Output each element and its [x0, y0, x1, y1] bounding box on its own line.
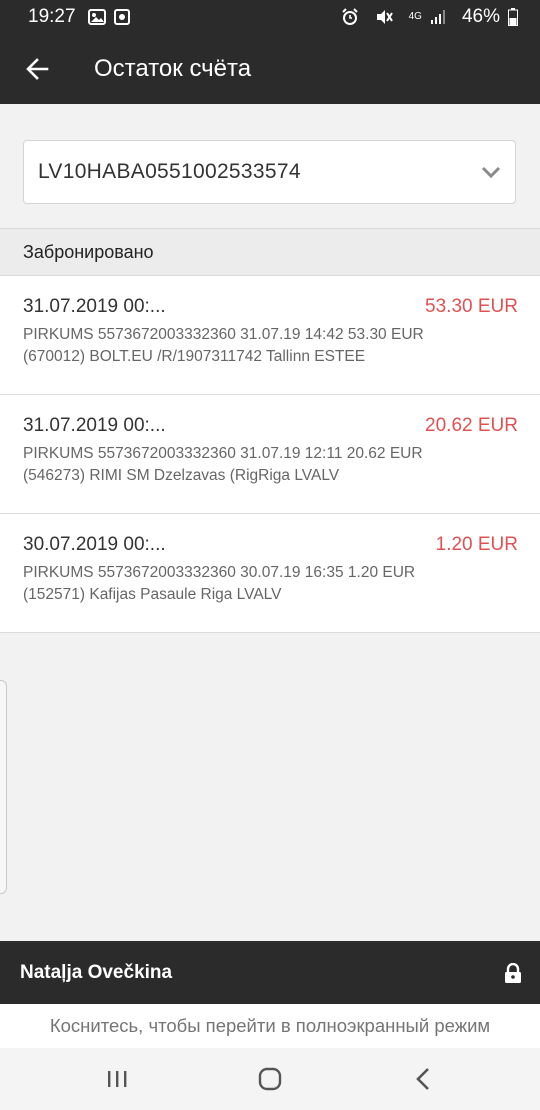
account-select[interactable]: LV10HABA0551002533574 — [23, 140, 516, 204]
battery-icon — [508, 8, 518, 26]
back-button[interactable] — [0, 34, 74, 104]
transaction-amount: 53.30 EUR — [425, 296, 518, 317]
chevron-down-icon — [481, 165, 501, 179]
arrow-left-icon — [25, 57, 49, 81]
page-title: Остаток счёта — [94, 55, 252, 82]
transaction-header: 30.07.2019 00:... 1.20 EUR — [23, 534, 518, 556]
transaction-description: PIRKUMS 5573672003332360 30.07.19 16:35 … — [23, 562, 518, 606]
fullscreen-hint[interactable]: Коснитесь, чтобы перейти в полноэкранный… — [0, 1004, 540, 1048]
transaction-header: 31.07.2019 00:... 53.30 EUR — [23, 296, 518, 318]
transaction-description: PIRKUMS 5573672003332360 31.07.19 12:11 … — [23, 443, 518, 487]
recent-apps-icon — [106, 1069, 128, 1089]
transaction-amount: 20.62 EUR — [425, 415, 518, 436]
transaction-date: 31.07.2019 00:... — [23, 415, 166, 436]
transaction-desc-line2: (152571) Kafijas Pasaule Riga LVALV — [23, 586, 282, 603]
section-title: Забронировано — [23, 241, 154, 262]
battery-percent: 46% — [461, 6, 500, 27]
home-icon — [258, 1067, 282, 1091]
transaction-item[interactable]: 30.07.2019 00:... 1.20 EUR PIRKUMS 55736… — [0, 514, 540, 633]
transaction-item[interactable]: 31.07.2019 00:... 53.30 EUR PIRKUMS 5573… — [0, 276, 540, 395]
transaction-item[interactable]: 31.07.2019 00:... 20.62 EUR PIRKUMS 5573… — [0, 395, 540, 514]
status-right-group: 4G 46% — [341, 6, 526, 28]
alarm-icon — [341, 8, 359, 26]
mute-icon — [375, 8, 393, 26]
transaction-desc-line2: (670012) BOLT.EU /R/1907311742 Tallinn E… — [23, 348, 366, 365]
photo-icon — [87, 9, 106, 25]
app-bar: Остаток счёта — [0, 34, 540, 104]
transaction-date: 31.07.2019 00:... — [23, 296, 166, 317]
side-panel-handle[interactable] — [0, 680, 7, 894]
lock-icon — [504, 962, 522, 983]
transaction-date: 30.07.2019 00:... — [23, 534, 166, 555]
transaction-desc-line1: PIRKUMS 5573672003332360 30.07.19 16:35 … — [23, 564, 416, 581]
status-time: 19:27 — [28, 6, 76, 27]
recent-apps-button[interactable] — [87, 1054, 147, 1104]
nav-back-button[interactable] — [393, 1054, 453, 1104]
transaction-desc-line1: PIRKUMS 5573672003332360 31.07.19 14:42 … — [23, 326, 424, 343]
transaction-amount: 1.20 EUR — [435, 534, 518, 555]
transaction-description: PIRKUMS 5573672003332360 31.07.19 14:42 … — [23, 324, 518, 368]
back-icon — [415, 1067, 431, 1091]
transaction-desc-line1: PIRKUMS 5573672003332360 31.07.19 12:11 … — [23, 445, 423, 462]
account-number: LV10HABA0551002533574 — [38, 160, 301, 183]
home-button[interactable] — [240, 1054, 300, 1104]
status-bar: 19:27 4G 46% — [0, 0, 540, 34]
transaction-header: 31.07.2019 00:... 20.62 EUR — [23, 415, 518, 437]
system-nav-bar — [0, 1048, 540, 1110]
user-bar: Nataļja Ovečkina — [0, 941, 540, 1004]
user-name: Nataļja Ovečkina — [20, 961, 173, 983]
transaction-list: 31.07.2019 00:... 53.30 EUR PIRKUMS 5573… — [0, 276, 540, 633]
transaction-desc-line2: (546273) RIMI SM Dzelzavas (RigRiga LVAL… — [23, 467, 340, 484]
network-type: 4G — [408, 11, 422, 22]
main-content: LV10HABA0551002533574 Забронировано 31.0… — [0, 104, 540, 941]
section-header-reserved: Забронировано — [0, 228, 540, 276]
signal-icon — [430, 9, 446, 25]
notification-app-icon — [113, 9, 130, 25]
